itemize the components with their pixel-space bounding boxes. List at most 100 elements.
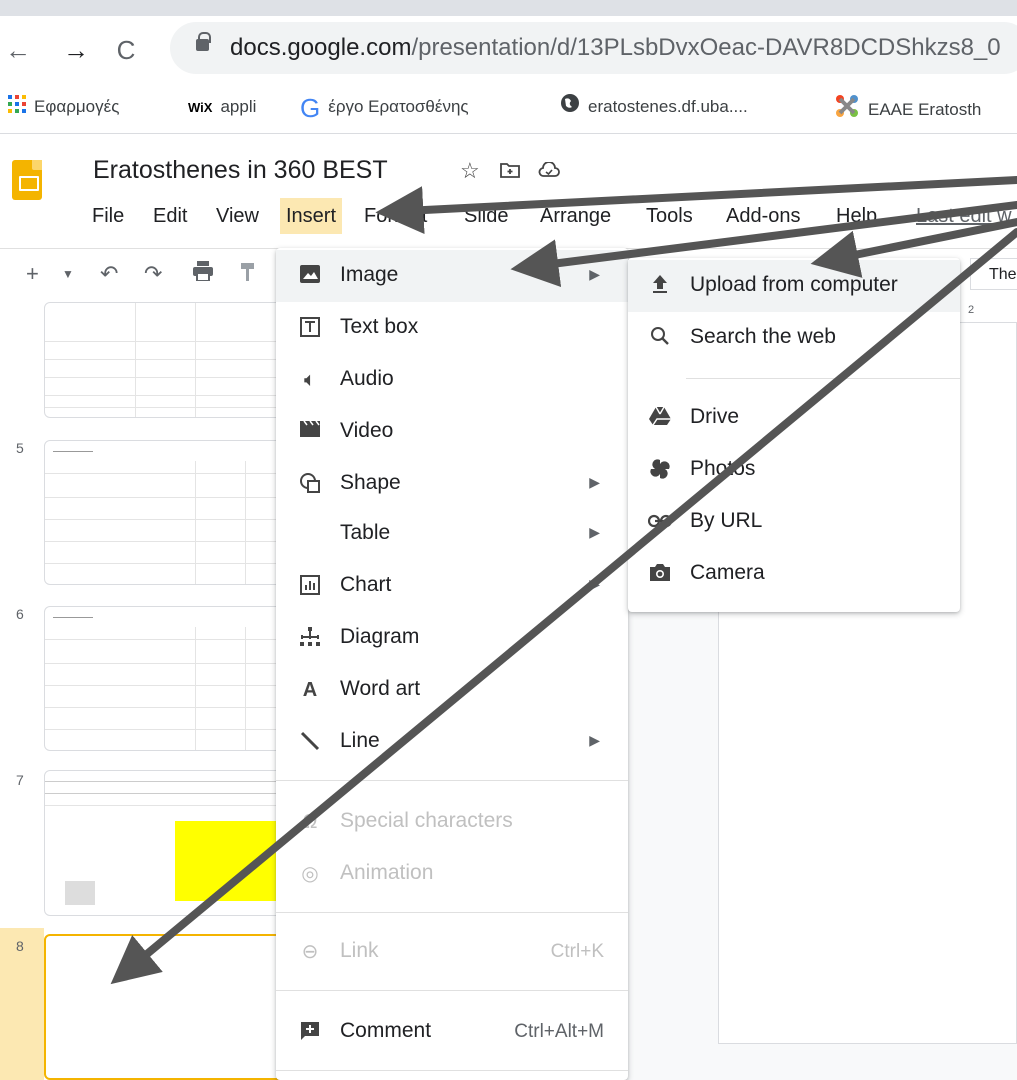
diagram-icon <box>298 626 322 650</box>
text-box-icon <box>298 316 322 340</box>
paint-format-icon[interactable] <box>240 261 256 289</box>
joomla-icon <box>834 93 860 128</box>
audio-icon: 🔈︎ <box>304 369 316 391</box>
bookmark-eratostenes[interactable]: eratostenes.df.uba.... <box>560 93 748 121</box>
reload-icon[interactable]: C <box>112 36 140 64</box>
menu-separator <box>276 912 628 913</box>
slide-number: 5 <box>16 440 24 456</box>
thumbnail-yellow-note <box>175 821 283 901</box>
bookmark-apps[interactable]: Εφαρμογές <box>8 93 119 121</box>
insert-special-characters-item[interactable]: Ω Special characters <box>276 796 628 848</box>
bookmarks-bar: Εφαρμογές WiX appli Gέργο Ερατοσθένης era… <box>0 80 1017 134</box>
shape-icon <box>298 472 322 496</box>
camera-item[interactable]: Camera <box>628 548 960 600</box>
slide-thumbnail-6[interactable] <box>44 606 284 751</box>
word-art-icon: A <box>302 679 318 701</box>
menu-add-ons[interactable]: Add-ons <box>720 198 807 234</box>
slide-thumbnail-5[interactable] <box>44 440 284 585</box>
wix-icon: WiX <box>188 99 213 115</box>
menu-format[interactable]: Format <box>358 198 433 234</box>
bookmark-appli[interactable]: WiX appli <box>188 93 256 121</box>
image-submenu: Upload from computer Search the web Driv… <box>628 258 960 612</box>
chart-icon <box>298 574 322 598</box>
globe-icon <box>560 93 580 122</box>
video-icon <box>298 420 322 444</box>
undo-icon[interactable]: ↶ <box>100 261 118 287</box>
url-text[interactable]: docs.google.com/presentation/d/13PLsbDvx… <box>230 34 1001 62</box>
search-the-web-item[interactable]: Search the web <box>628 312 960 364</box>
insert-animation-item[interactable]: ◎ Animation <box>276 848 628 900</box>
omnibox[interactable]: docs.google.com/presentation/d/13PLsbDvx… <box>170 22 1017 74</box>
insert-table-item[interactable]: Table ▶ <box>276 508 628 560</box>
slide-number: 6 <box>16 606 24 622</box>
move-folder-icon[interactable] <box>499 158 526 183</box>
slide-number: 7 <box>16 772 24 788</box>
menu-tools[interactable]: Tools <box>640 198 699 234</box>
insert-link-item[interactable]: ⊖ Link Ctrl+K <box>276 926 628 978</box>
insert-audio-item[interactable]: 🔈︎ Audio <box>276 354 628 406</box>
back-arrow-icon[interactable]: ← <box>4 36 32 64</box>
insert-word-art-item[interactable]: A Word art <box>276 664 628 716</box>
tab-strip <box>0 0 1017 16</box>
menu-separator <box>276 1070 628 1071</box>
redo-icon[interactable]: ↷ <box>144 261 162 287</box>
menu-insert[interactable]: Insert <box>280 198 343 234</box>
insert-image-item[interactable]: Image ▶ <box>276 250 628 302</box>
menu-separator <box>276 780 628 781</box>
animation-icon: ◎ <box>301 863 319 885</box>
menu-help[interactable]: Help <box>830 198 883 234</box>
submenu-arrow-icon: ▶ <box>589 576 600 592</box>
forward-arrow-icon[interactable]: → <box>62 36 90 64</box>
insert-text-box-item[interactable]: Text box <box>276 302 628 354</box>
line-icon <box>298 730 322 754</box>
drive-icon <box>648 406 672 430</box>
slide-number: 8 <box>16 938 24 954</box>
upload-icon <box>648 274 672 298</box>
comment-icon <box>298 1020 322 1044</box>
last-edit-link[interactable]: Last edit w <box>910 198 1017 234</box>
slide-thumbnail-4[interactable] <box>44 302 284 418</box>
menu-separator <box>686 378 960 379</box>
submenu-arrow-icon: ▶ <box>589 474 600 490</box>
submenu-arrow-icon: ▶ <box>589 732 600 748</box>
slide-thumbnail-8[interactable] <box>44 934 284 1080</box>
lock-icon <box>196 32 211 51</box>
insert-menu: Image ▶ Text box 🔈︎ Audio Video Shape ▶ … <box>276 248 628 1080</box>
upload-from-computer-item[interactable]: Upload from computer <box>628 260 960 312</box>
special-characters-icon: Ω <box>302 811 318 833</box>
menu-file[interactable]: File <box>86 198 130 234</box>
insert-line-item[interactable]: Line ▶ <box>276 716 628 768</box>
apps-grid-icon <box>8 94 26 122</box>
by-url-item[interactable]: By URL <box>628 496 960 548</box>
google-icon: G <box>300 92 321 123</box>
document-title[interactable]: Eratosthenes in 360 BEST <box>93 156 388 185</box>
photos-item[interactable]: Photos <box>628 444 960 496</box>
bookmark-eaae[interactable]: EAAE Eratosth <box>834 93 981 121</box>
address-bar-area: ← → C docs.google.com/presentation/d/13P… <box>0 16 1017 80</box>
submenu-arrow-icon: ▶ <box>589 266 600 282</box>
insert-chart-item[interactable]: Chart ▶ <box>276 560 628 612</box>
slides-logo-icon[interactable] <box>12 160 42 200</box>
new-slide-dropdown-icon[interactable]: ▼ <box>62 267 74 281</box>
title-actions: ☆ <box>460 158 560 184</box>
drive-item[interactable]: Drive <box>628 392 960 444</box>
slide-thumbnail-7[interactable] <box>44 770 284 916</box>
print-icon[interactable] <box>192 261 214 287</box>
insert-shape-item[interactable]: Shape ▶ <box>276 458 628 510</box>
submenu-arrow-icon: ▶ <box>589 524 600 540</box>
bookmark-ergo[interactable]: Gέργο Ερατοσθένης <box>300 92 469 123</box>
menu-arrange[interactable]: Arrange <box>534 198 617 234</box>
cloud-status-icon[interactable] <box>538 158 560 183</box>
menu-edit[interactable]: Edit <box>147 198 193 234</box>
star-icon[interactable]: ☆ <box>460 158 480 183</box>
menu-slide[interactable]: Slide <box>458 198 514 234</box>
insert-comment-item[interactable]: Comment Ctrl+Alt+M <box>276 1006 628 1058</box>
insert-video-item[interactable]: Video <box>276 406 628 458</box>
image-icon <box>298 264 322 288</box>
menu-separator <box>276 990 628 991</box>
theme-button[interactable]: The <box>970 258 1017 290</box>
menu-view[interactable]: View <box>210 198 265 234</box>
new-slide-icon[interactable]: + <box>26 261 39 287</box>
insert-diagram-item[interactable]: Diagram <box>276 612 628 664</box>
photos-icon <box>648 458 672 482</box>
